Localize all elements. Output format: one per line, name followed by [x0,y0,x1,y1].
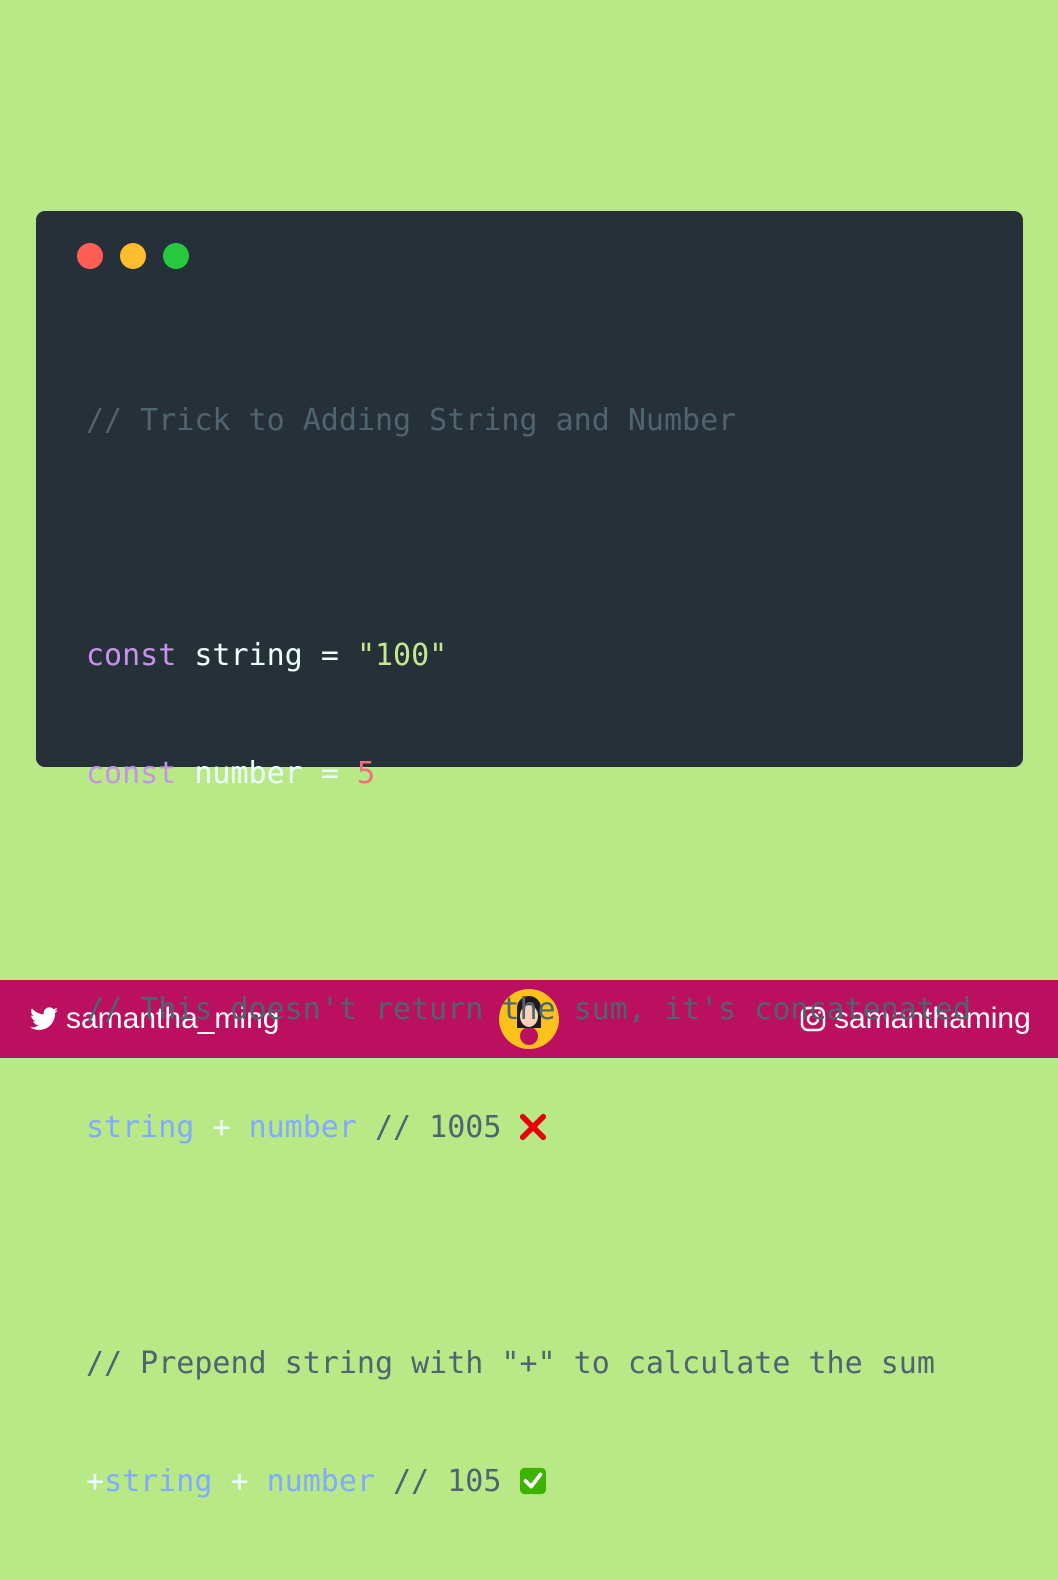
operator: + [230,1463,249,1499]
twitter-icon [30,1007,58,1030]
comment: // Trick to Adding String and Number [86,402,737,438]
keyword: const [86,638,177,674]
code-line: // This doesn't return the sum, it's con… [86,990,1006,1029]
operator: = [320,638,339,674]
operator: = [320,756,339,792]
identifier: string [104,1463,213,1499]
comment: // 1005 [375,1109,502,1145]
cross-mark-icon [520,1113,547,1141]
unary-plus: + [86,1463,105,1499]
code-line: const string = "100" [86,636,1006,675]
minimize-dot-icon [120,243,146,269]
operator: + [212,1109,231,1145]
identifier: string [86,1109,195,1145]
check-mark-icon [520,1467,547,1494]
keyword: const [86,756,177,792]
code-line: // Trick to Adding String and Number [86,401,1006,440]
close-dot-icon [77,243,103,269]
comment: // This doesn't return the sum, it's con… [86,992,972,1028]
identifier: number [248,1109,357,1145]
comment: // Prepend string with "+" to calculate … [86,1345,935,1381]
number-literal: 5 [356,756,375,792]
code-block: // Trick to Adding String and Number con… [86,322,1006,1580]
string-literal: "100" [356,638,448,674]
code-window: // Trick to Adding String and Number con… [36,211,1023,1499]
code-line: +string + number // 105 [86,1462,1006,1501]
identifier: number [194,756,303,792]
identifier: string [194,638,303,674]
code-line: const number = 5 [86,754,1006,793]
maximize-dot-icon [163,243,189,269]
code-line: string + number // 1005 [86,1108,1006,1147]
code-line: // Prepend string with "+" to calculate … [86,1344,1006,1383]
identifier: number [266,1463,375,1499]
comment: // 105 [393,1463,502,1499]
